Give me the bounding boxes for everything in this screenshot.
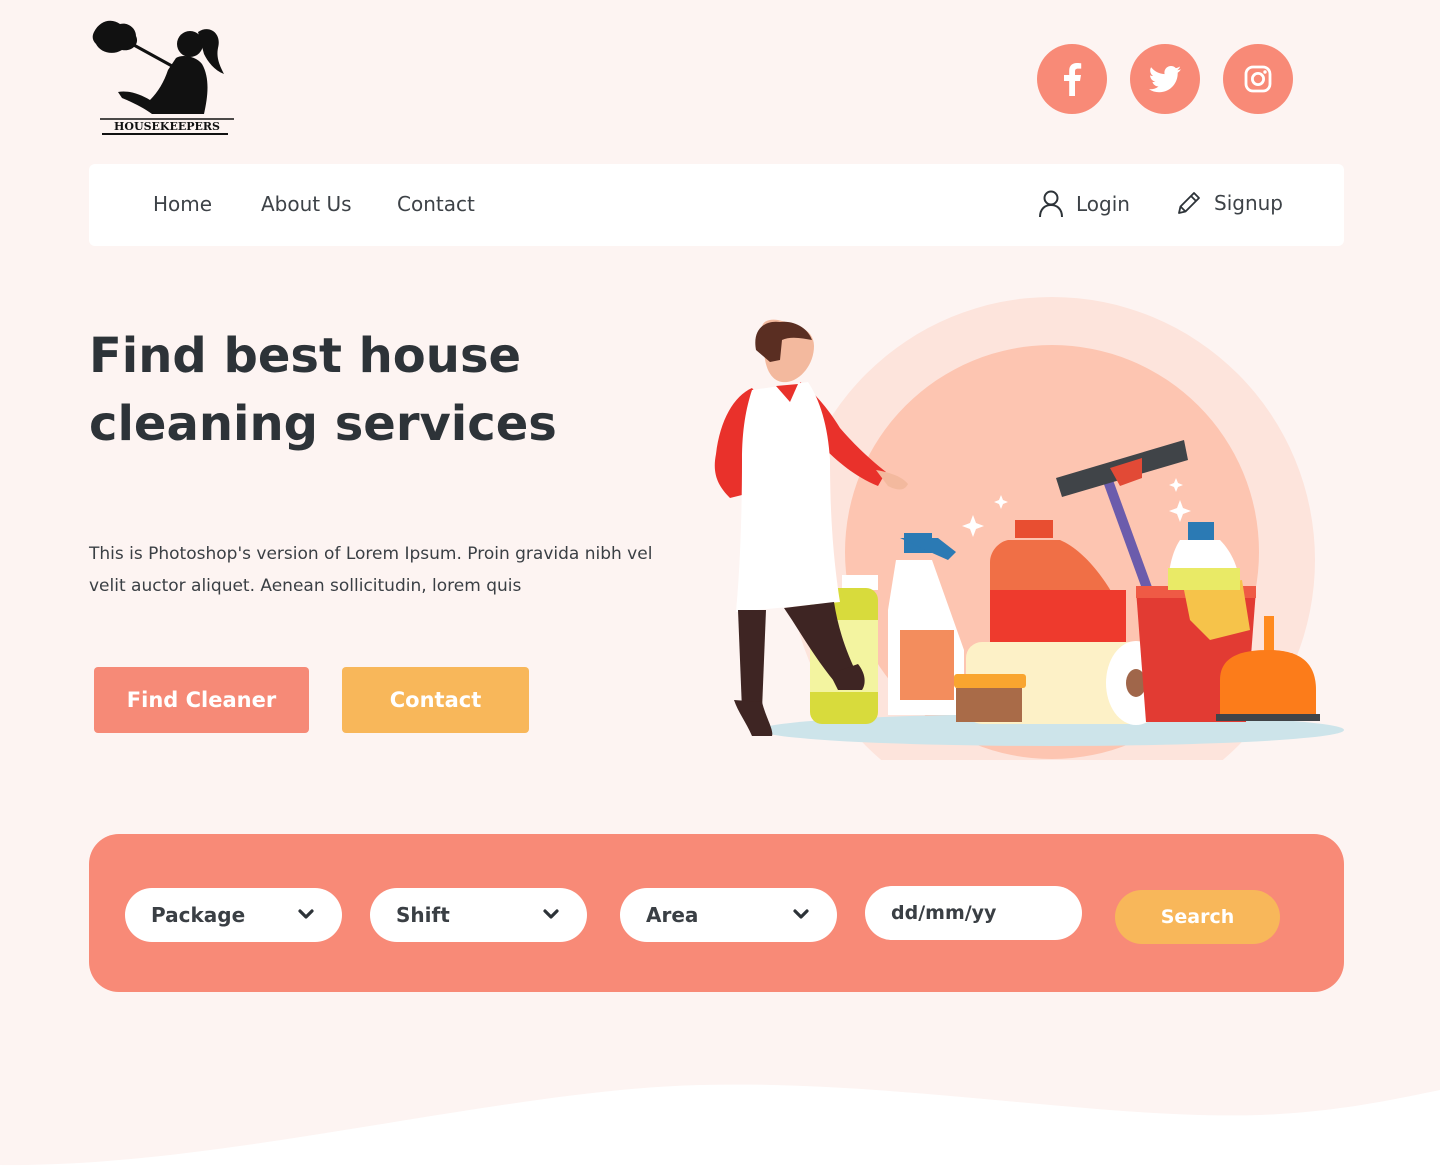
nav-home-link[interactable]: Home <box>153 192 212 216</box>
twitter-icon <box>1149 65 1181 92</box>
shift-select[interactable]: Shift <box>370 888 587 942</box>
package-select[interactable]: Package <box>125 888 342 942</box>
nav-about-link[interactable]: About Us <box>261 192 352 216</box>
login-link[interactable]: Login <box>1038 190 1130 218</box>
area-select[interactable]: Area <box>620 888 837 942</box>
facebook-icon <box>1064 63 1082 96</box>
search-button[interactable]: Search <box>1115 890 1280 944</box>
hero-description: This is Photoshop's version of Lorem Ips… <box>89 544 653 596</box>
hero-title: Find best house cleaning services <box>89 328 557 452</box>
cleaning-illustration <box>714 297 1344 760</box>
contact-button[interactable]: Contact <box>342 667 529 733</box>
login-label: Login <box>1076 192 1130 216</box>
user-icon <box>1039 190 1063 218</box>
logo-underline <box>102 133 228 135</box>
facebook-button[interactable] <box>1037 44 1107 114</box>
twitter-button[interactable] <box>1130 44 1200 114</box>
signup-link[interactable]: Signup <box>1176 190 1283 216</box>
area-select-label: Area <box>646 903 699 927</box>
brand-logo-text: HOUSEKEEPERS <box>114 120 220 133</box>
package-select-label: Package <box>151 903 246 927</box>
pencil-icon <box>1178 192 1200 214</box>
instagram-button[interactable] <box>1223 44 1293 114</box>
bottom-wave-divider <box>0 1084 1440 1169</box>
search-panel: Package Shift Area Search <box>89 834 1344 992</box>
nav-contact-link[interactable]: Contact <box>397 192 475 216</box>
shift-select-label: Shift <box>396 903 450 927</box>
housekeeper-silhouette-icon <box>92 20 234 120</box>
brand-logo[interactable]: HOUSEKEEPERS <box>92 18 237 136</box>
instagram-icon <box>1244 65 1272 93</box>
date-input[interactable] <box>865 886 1082 940</box>
main-navbar: Home About Us Contact <box>89 164 1344 246</box>
chevron-down-icon <box>793 909 809 919</box>
find-cleaner-button[interactable]: Find Cleaner <box>94 667 309 733</box>
signup-label: Signup <box>1214 191 1283 215</box>
chevron-down-icon <box>298 909 314 919</box>
chevron-down-icon <box>543 909 559 919</box>
